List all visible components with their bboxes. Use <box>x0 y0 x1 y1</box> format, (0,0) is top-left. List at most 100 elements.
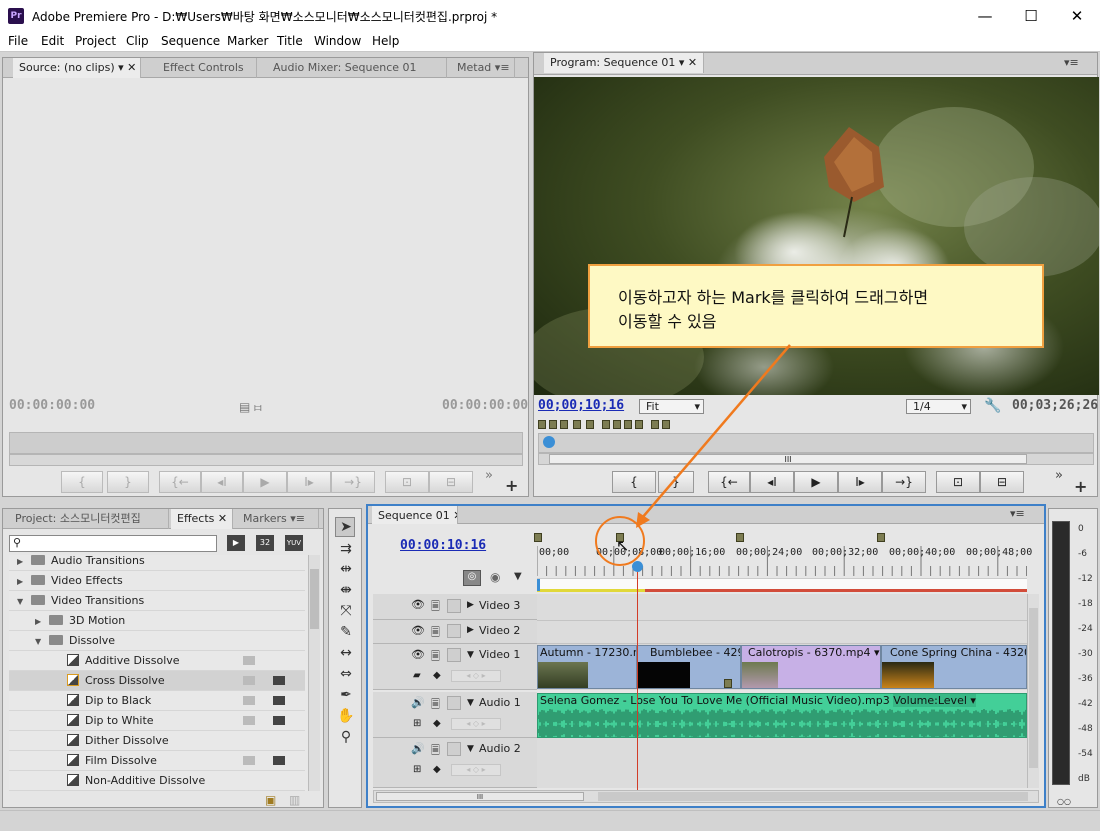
selection-tool-icon[interactable]: ➤ <box>336 517 356 537</box>
tab-markers[interactable]: Markers ▾≡ <box>237 509 319 529</box>
new-bin-icon[interactable]: ▣ <box>265 793 276 807</box>
ripple-edit-tool-icon[interactable]: ⇹ <box>336 559 356 579</box>
prog-go-out-button[interactable]: →} <box>882 471 926 493</box>
more-icon[interactable]: » <box>485 468 493 483</box>
waveform-icon[interactable]: ⊞ <box>413 718 421 729</box>
quality-select[interactable]: 1/4 ▾ <box>906 399 971 414</box>
tree-effect[interactable]: Film Dissolve <box>9 751 305 771</box>
snap-icon[interactable]: ◎ <box>463 570 481 586</box>
rate-stretch-tool-icon[interactable]: ⤧ <box>336 601 356 621</box>
lock-toggle[interactable] <box>447 648 461 662</box>
program-marker[interactable] <box>635 420 643 429</box>
timeline-hscrollbar[interactable]: III <box>373 790 1039 803</box>
playhead-icon[interactable] <box>543 436 555 448</box>
slip-tool-icon[interactable]: ↔ <box>336 643 356 663</box>
program-marker[interactable] <box>538 420 546 429</box>
lock-toggle[interactable] <box>447 624 461 638</box>
timeline-playhead-icon[interactable] <box>632 561 643 572</box>
prog-more-icon[interactable]: » <box>1055 468 1063 483</box>
track-header-video1[interactable]: 👁 🗏 ▼ Video 1 ▰ ◆ ◂ ◇ ▸ <box>373 644 537 690</box>
program-marker[interactable] <box>560 420 568 429</box>
disclosure-icon[interactable]: ▶ <box>17 572 31 592</box>
timeline-marker[interactable] <box>877 533 885 542</box>
menu-marker[interactable]: Marker <box>227 34 268 48</box>
prog-step-forward-button[interactable]: I▸ <box>838 471 882 493</box>
menu-project[interactable]: Project <box>75 34 116 48</box>
panel-menu-icon[interactable]: ▾≡ <box>1064 56 1079 69</box>
menu-file[interactable]: File <box>8 34 28 48</box>
pen-tool-icon[interactable]: ✒ <box>336 685 356 705</box>
timeline-marker[interactable] <box>736 533 744 542</box>
mark-out-button[interactable]: } <box>107 471 149 493</box>
tab-project[interactable]: Project: 소스모니터컷편집 <box>9 509 169 529</box>
expand-icon[interactable]: ▶ <box>467 625 474 635</box>
eye-icon[interactable]: 👁 <box>411 598 425 611</box>
audio-clip[interactable]: Selena Gomez - Lose You To Love Me (Offi… <box>537 693 1027 738</box>
video-clip[interactable]: Bumblebee - 429 <box>637 645 741 689</box>
menu-title[interactable]: Title <box>277 34 303 48</box>
keyframe-icon[interactable]: ◆ <box>433 670 441 681</box>
prog-play-button[interactable]: ▶ <box>794 471 838 493</box>
program-marker[interactable] <box>624 420 632 429</box>
track-select-tool-icon[interactable]: ⇉ <box>336 539 356 559</box>
zoom-select[interactable]: Fit ▾ <box>639 399 704 414</box>
video-clip[interactable]: Autumn - 17230.mp <box>537 645 637 689</box>
menu-window[interactable]: Window <box>314 34 361 48</box>
lock-icon[interactable]: 🗏 <box>431 742 440 761</box>
prog-go-in-button[interactable]: {← <box>708 471 750 493</box>
film-icon[interactable]: ▤ ⧦ <box>239 400 262 415</box>
tree-effect[interactable]: Dither Dissolve <box>9 731 305 751</box>
keyframe-nav[interactable]: ◂ ◇ ▸ <box>451 764 501 776</box>
timeline-vscrollbar[interactable] <box>1027 594 1039 788</box>
program-marker[interactable] <box>602 420 610 429</box>
video-clip[interactable]: Calotropis - 6370.mp4 ▾ <box>741 645 881 689</box>
program-marker[interactable] <box>549 420 557 429</box>
tree-effect[interactable]: Cross Dissolve <box>9 671 305 691</box>
collapse-icon[interactable]: ▼ <box>467 650 474 660</box>
program-timecode[interactable]: 00;00;10;16 <box>538 398 624 413</box>
disclosure-icon[interactable]: ▼ <box>35 632 49 652</box>
add-button-icon[interactable]: + <box>505 476 518 495</box>
razor-tool-icon[interactable]: ✎ <box>336 622 356 642</box>
solo-buttons[interactable]: ○○ <box>1057 797 1071 806</box>
lock-toggle[interactable] <box>447 599 461 613</box>
timeline-menu-icon[interactable]: ▾≡ <box>1010 507 1025 520</box>
tree-folder[interactable]: ▶ 3D Motion <box>9 611 305 631</box>
tab-metadata[interactable]: Metad ▾≡ <box>451 58 515 78</box>
zoom-tool-icon[interactable]: ⚲ <box>336 727 356 747</box>
tree-folder[interactable]: ▶ Video Effects <box>9 571 305 591</box>
menu-edit[interactable]: Edit <box>41 34 64 48</box>
video-clip[interactable]: Cone Spring China - 43206. <box>881 645 1027 689</box>
track-header-video2[interactable]: 👁 🗏 ▶ Video 2 <box>373 620 537 644</box>
keyframe-nav[interactable]: ◂ ◇ ▸ <box>451 670 501 682</box>
work-area-bar[interactable] <box>537 578 1027 592</box>
tab-sequence[interactable]: Sequence 01 ✕ <box>372 506 458 524</box>
program-marker-strip[interactable] <box>538 419 688 431</box>
tab-effects[interactable]: Effects ✕ <box>171 509 233 529</box>
lock-toggle[interactable] <box>447 696 461 710</box>
eye-icon[interactable]: 👁 <box>411 648 425 661</box>
prog-add-button-icon[interactable]: + <box>1074 477 1087 496</box>
tab-effect-controls[interactable]: Effect Controls <box>157 58 257 78</box>
speaker-icon[interactable]: 🔊 <box>411 742 425 755</box>
overlay-button[interactable]: ⊟ <box>429 471 473 493</box>
program-zoom-bar[interactable]: III <box>538 453 1094 465</box>
tree-effect[interactable]: Dip to White <box>9 711 305 731</box>
insert-button[interactable]: ⊡ <box>385 471 429 493</box>
keyframe-nav[interactable]: ◂ ◇ ▸ <box>451 718 501 730</box>
disclosure-icon[interactable]: ▶ <box>17 555 31 572</box>
prog-mark-out-button[interactable]: } <box>658 471 694 493</box>
rolling-edit-tool-icon[interactable]: ⇼ <box>336 580 356 600</box>
lock-icon[interactable]: 🗏 <box>431 624 440 643</box>
yuv-effects-icon[interactable]: YUV <box>285 535 303 551</box>
menu-help[interactable]: Help <box>372 34 399 48</box>
hand-tool-icon[interactable]: ✋ <box>336 706 356 726</box>
waveform-icon[interactable]: ⊞ <box>413 764 421 775</box>
tree-folder[interactable]: ▼ Video Transitions <box>9 591 305 611</box>
display-style-icon[interactable]: ▰ <box>413 670 421 681</box>
lock-toggle[interactable] <box>447 742 461 756</box>
set-encore-marker-icon[interactable]: ◉ <box>490 570 500 584</box>
keyframe-icon[interactable]: ◆ <box>433 718 441 729</box>
menu-clip[interactable]: Clip <box>126 34 149 48</box>
disclosure-icon[interactable]: ▶ <box>35 612 49 632</box>
